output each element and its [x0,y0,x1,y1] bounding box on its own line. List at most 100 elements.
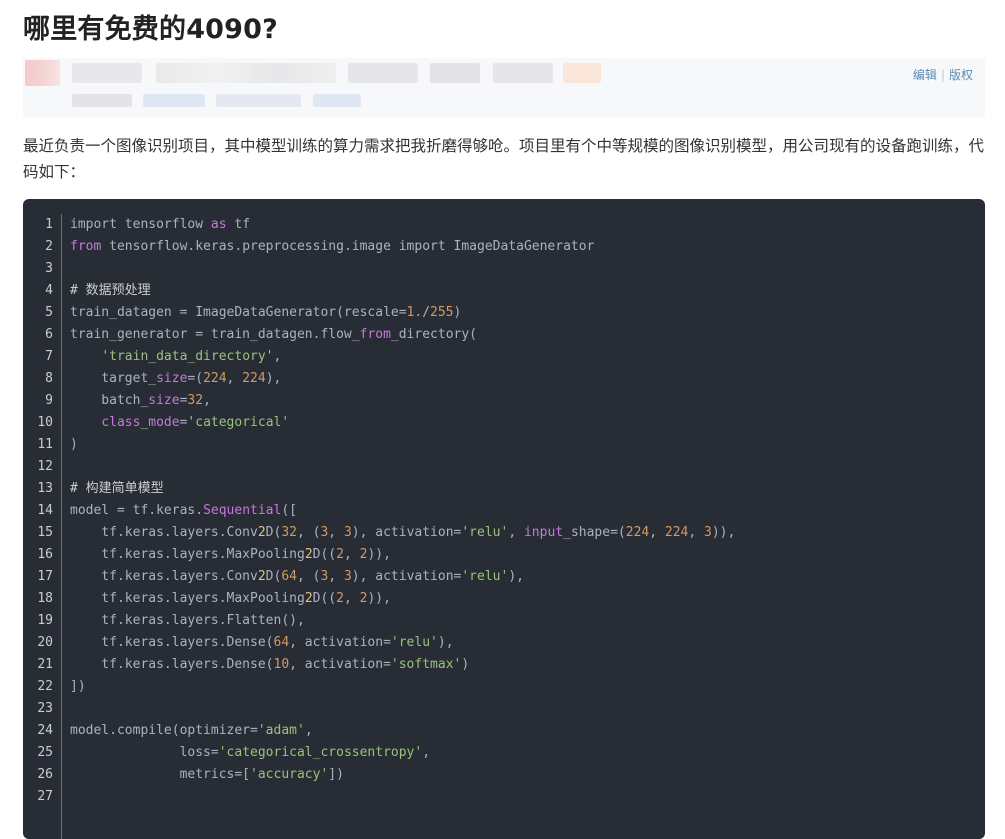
code-line: 11) [23,434,985,456]
code-token: )), [711,525,736,540]
code-line: 21 tf.keras.layers.Dense(10, activation=… [23,654,985,676]
code-token: D(( [312,547,337,562]
code-token: 2 [304,591,313,606]
code-token: tf.keras.layers.Flatten(), [70,613,305,628]
code-token: 3 [704,525,712,540]
code-block[interactable]: 1 import tensorflow as tf 2 from tensorflow… [23,199,985,839]
line-number: 6 [45,327,53,342]
code-token: ([ [281,503,297,518]
code-token: size [148,393,180,408]
code-token: target_ [70,371,157,386]
code-token: batch_ [70,393,149,408]
code-line: 6 train_generator = train_datagen.flow_fr… [23,324,985,346]
code-token: as [210,217,227,232]
code-token: , [343,547,360,562]
code-line: 17 tf.keras.layers.Conv2D(64, (3, 3), ac… [23,566,985,588]
line-number: 27 [37,789,53,804]
line-number: 10 [37,415,53,430]
code-token: )), [367,591,391,606]
copyright-link[interactable]: 版权 [949,68,973,82]
line-number: 26 [37,767,53,782]
code-token: , ( [296,569,321,584]
code-token: , [273,349,282,364]
code-line: 4 # 数据预处理 [23,280,985,302]
code-line: 25 loss='categorical_crossentropy', [23,742,985,764]
code-token: 'softmax' [390,657,462,672]
code-token: metrics=[ [70,767,251,782]
edit-link[interactable]: 编辑 [913,68,937,82]
line-number: 21 [37,657,53,672]
code-token: 1. [406,305,423,320]
code-token: , [304,723,313,738]
code-token: 32 [281,525,297,540]
line-number: 17 [37,569,53,584]
avatar [25,60,60,86]
line-number: 18 [37,591,53,606]
code-text: tf.keras.layers.Dense(10, activation='so… [70,654,469,676]
line-number: 1 [45,217,53,232]
code-token: , activation= [289,657,391,672]
code-token: 10 [273,657,290,672]
line-number: 7 [45,349,53,364]
author-meta-box: 编辑 | 版权 [23,58,985,118]
line-number: 25 [37,745,53,760]
code-lines: 1 import tensorflow as tf 2 from tensorflow… [23,214,985,808]
code-token: )), [367,547,391,562]
code-text: model = tf.keras.Sequential([ [70,500,297,522]
code-token: # 构建简单模型 [70,481,164,496]
code-token: , [343,591,360,606]
line-number: 8 [45,371,53,386]
code-text: ) [70,434,78,456]
code-token: ), [508,569,524,584]
code-text: tf.keras.layers.Dense(64, activation='re… [70,632,454,654]
code-token: ]) [328,767,344,782]
code-token: tf.keras.layers.Conv [70,525,258,540]
line-number: 11 [37,437,53,452]
code-token: ) [70,437,78,452]
code-token: 'adam' [257,723,305,738]
code-token: 32 [187,393,204,408]
code-token: 224 [625,525,650,540]
code-token: tf.keras.layers.MaxPooling [70,591,305,606]
code-token: ) [461,657,470,672]
code-token: , ( [296,525,321,540]
code-token: ), activation= [351,569,462,584]
code-text: 'train_data_directory', [70,346,281,368]
code-token: ), activation= [351,525,462,540]
line-number: 16 [37,547,53,562]
code-token: tf.keras.layers.Dense( [70,657,274,672]
line-number: 12 [37,459,53,474]
line-number: 24 [37,723,53,738]
code-line: 9 batch_size=32, [23,390,985,412]
code-text: train_datagen = ImageDataGenerator(resca… [70,302,461,324]
code-token: 224 [203,371,227,386]
code-text: # 数据预处理 [70,280,151,302]
code-token: , activation= [289,635,391,650]
code-token: D( [265,569,282,584]
code-line: 3 [23,258,985,280]
code-token: 255 [430,305,454,320]
code-token: 3 [343,525,352,540]
code-text: batch_size=32, [70,390,211,412]
question-title: 哪里有免费的4090? [23,14,279,45]
code-text: tf.keras.layers.MaxPooling2D((2, 2)), [70,544,391,566]
code-token: 2 [257,525,266,540]
code-token: train_generator = train_datagen.flow_ [70,327,360,342]
code-token: / [422,305,431,320]
code-line: 26 metrics=['accuracy']) [23,764,985,786]
code-line: 19 tf.keras.layers.Flatten(), [23,610,985,632]
code-token: 'relu' [461,569,509,584]
code-token: 'categorical_crossentropy' [218,745,423,760]
code-token: 'relu' [461,525,509,540]
code-token: 2 [336,591,344,606]
code-line: 18 tf.keras.layers.MaxPooling2D((2, 2)), [23,588,985,610]
code-token: ), [437,635,454,650]
code-token: D( [265,525,282,540]
line-number: 9 [45,393,53,408]
code-line: 12 [23,456,985,478]
line-number: 4 [45,283,53,298]
code-text: from tensorflow.keras.preprocessing.imag… [70,236,594,258]
code-text: tf.keras.layers.MaxPooling2D((2, 2)), [70,588,391,610]
code-text: ]) [70,676,86,698]
code-line: 14 model = tf.keras.Sequential([ [23,500,985,522]
